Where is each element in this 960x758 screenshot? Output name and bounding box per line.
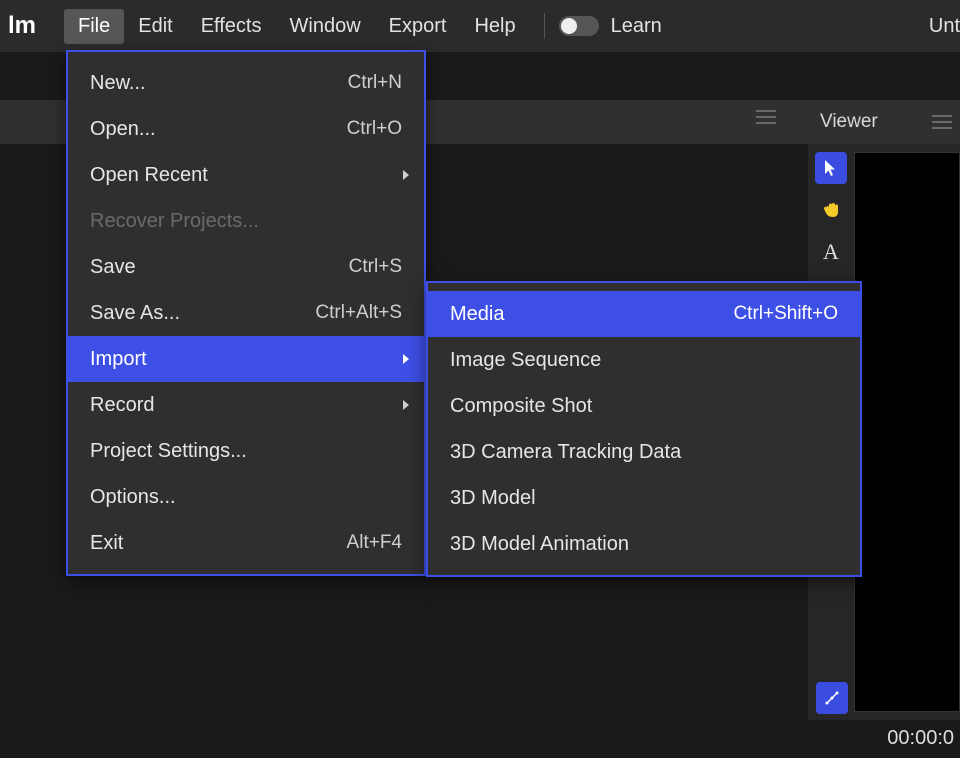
menu-project-settings-label: Project Settings... xyxy=(90,440,247,463)
menu-file[interactable]: File xyxy=(64,9,124,44)
menu-exit[interactable]: Exit Alt+F4 xyxy=(68,520,424,566)
submenu-camera-tracking-label: 3D Camera Tracking Data xyxy=(450,441,681,464)
menu-help[interactable]: Help xyxy=(460,9,529,44)
menu-save-as[interactable]: Save As... Ctrl+Alt+S xyxy=(68,290,424,336)
submenu-image-sequence[interactable]: Image Sequence xyxy=(428,337,860,383)
menu-recover-projects: Recover Projects... xyxy=(68,198,424,244)
menu-exit-label: Exit xyxy=(90,532,123,555)
menu-save[interactable]: Save Ctrl+S xyxy=(68,244,424,290)
cursor-icon xyxy=(823,159,839,177)
menu-open[interactable]: Open... Ctrl+O xyxy=(68,106,424,152)
chevron-right-icon xyxy=(402,399,410,411)
menu-new-shortcut: Ctrl+N xyxy=(348,72,402,94)
menu-edit[interactable]: Edit xyxy=(124,9,186,44)
menu-exit-shortcut: Alt+F4 xyxy=(347,532,402,554)
top-menu-bar: lm File Edit Effects Window Export Help … xyxy=(0,0,960,52)
ripple-icon xyxy=(822,688,842,708)
panel-menu-icon[interactable] xyxy=(756,110,776,124)
hand-icon xyxy=(821,200,841,220)
chevron-right-icon xyxy=(402,169,410,181)
menu-open-label: Open... xyxy=(90,118,156,141)
document-title: Unt xyxy=(929,15,960,38)
menu-recover-label: Recover Projects... xyxy=(90,210,259,233)
hand-tool[interactable] xyxy=(815,194,847,226)
divider xyxy=(544,13,545,39)
chevron-right-icon xyxy=(402,353,410,365)
toggle-knob xyxy=(561,18,577,34)
menu-new[interactable]: New... Ctrl+N xyxy=(68,60,424,106)
menu-open-shortcut: Ctrl+O xyxy=(347,118,402,140)
timecode: 00:00:0 xyxy=(887,727,954,750)
viewer-tab[interactable]: Viewer xyxy=(808,100,960,144)
menu-options[interactable]: Options... xyxy=(68,474,424,520)
menu-record-label: Record xyxy=(90,394,154,417)
menu-window[interactable]: Window xyxy=(276,9,375,44)
menu-record[interactable]: Record xyxy=(68,382,424,428)
menu-options-label: Options... xyxy=(90,486,176,509)
menu-open-recent-label: Open Recent xyxy=(90,164,208,187)
viewer-menu-icon[interactable] xyxy=(932,115,952,129)
submenu-media[interactable]: Media Ctrl+Shift+O xyxy=(428,291,860,337)
menu-export[interactable]: Export xyxy=(375,9,461,44)
menu-project-settings[interactable]: Project Settings... xyxy=(68,428,424,474)
menu-save-label: Save xyxy=(90,256,136,279)
submenu-3d-model-animation[interactable]: 3D Model Animation xyxy=(428,521,860,567)
submenu-camera-tracking[interactable]: 3D Camera Tracking Data xyxy=(428,429,860,475)
menu-save-shortcut: Ctrl+S xyxy=(349,256,402,278)
submenu-3d-model-animation-label: 3D Model Animation xyxy=(450,533,629,556)
submenu-3d-model[interactable]: 3D Model xyxy=(428,475,860,521)
learn-toggle[interactable] xyxy=(559,16,599,36)
submenu-composite-shot-label: Composite Shot xyxy=(450,395,592,418)
text-tool[interactable]: A xyxy=(815,236,847,268)
submenu-image-sequence-label: Image Sequence xyxy=(450,349,601,372)
app-logo: lm xyxy=(8,12,36,40)
menu-effects[interactable]: Effects xyxy=(187,9,276,44)
select-tool[interactable] xyxy=(815,152,847,184)
submenu-media-shortcut: Ctrl+Shift+O xyxy=(733,303,838,325)
menu-open-recent[interactable]: Open Recent xyxy=(68,152,424,198)
menu-import[interactable]: Import xyxy=(68,336,424,382)
import-submenu: Media Ctrl+Shift+O Image Sequence Compos… xyxy=(426,281,862,577)
menu-import-label: Import xyxy=(90,348,147,371)
submenu-media-label: Media xyxy=(450,303,504,326)
menu-save-as-shortcut: Ctrl+Alt+S xyxy=(315,302,402,324)
menu-new-label: New... xyxy=(90,72,146,95)
ripple-tool[interactable] xyxy=(816,682,848,714)
viewer-viewport[interactable] xyxy=(854,152,960,712)
menu-strip: File Edit Effects Window Export Help Lea… xyxy=(64,9,662,44)
menu-save-as-label: Save As... xyxy=(90,302,180,325)
viewer-label: Viewer xyxy=(820,111,878,133)
learn-label: Learn xyxy=(611,15,662,38)
submenu-3d-model-label: 3D Model xyxy=(450,487,536,510)
submenu-composite-shot[interactable]: Composite Shot xyxy=(428,383,860,429)
text-icon: A xyxy=(823,239,839,265)
file-dropdown: New... Ctrl+N Open... Ctrl+O Open Recent… xyxy=(66,50,426,576)
